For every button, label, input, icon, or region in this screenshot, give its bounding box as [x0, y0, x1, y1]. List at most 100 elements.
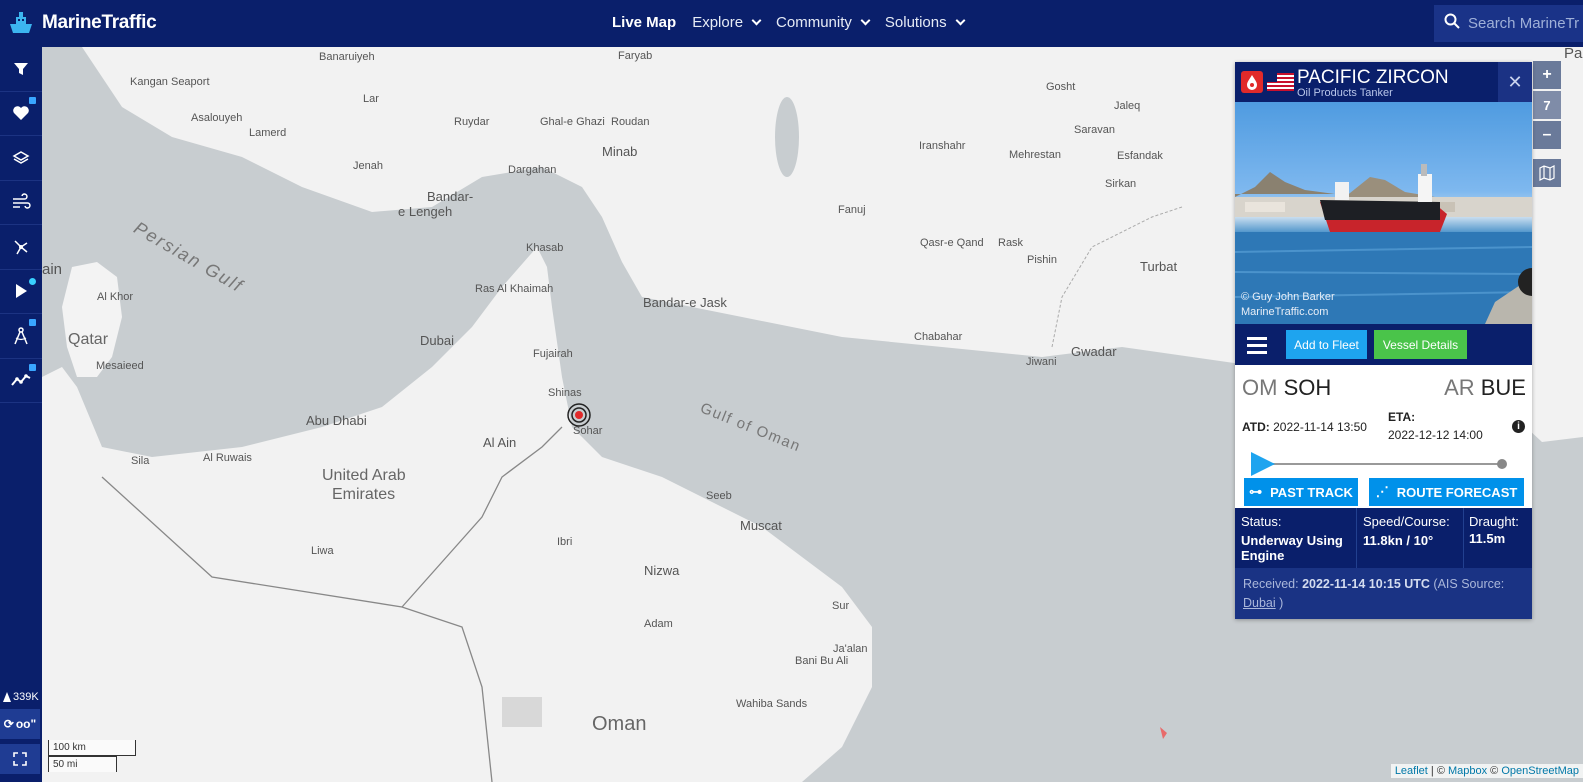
- place-label: Iranshahr: [919, 140, 966, 152]
- vessel-count: 339K: [3, 691, 39, 703]
- destination-country-code: AR: [1444, 375, 1475, 400]
- place-label: Lar: [363, 93, 379, 105]
- place-label: Liwa: [311, 545, 334, 557]
- fullscreen-icon: [13, 752, 27, 766]
- attribution-separator: | ©: [1427, 765, 1448, 777]
- place-label: Asalouyeh: [191, 112, 243, 124]
- photo-credit-site: MarineTraffic.com: [1241, 306, 1329, 318]
- analytics-button[interactable]: [0, 359, 42, 403]
- scale-mi: 50 mi: [48, 756, 117, 772]
- nav-community[interactable]: Community: [776, 14, 871, 31]
- destination-port[interactable]: AR BUE: [1444, 375, 1526, 401]
- selected-vessel-marker[interactable]: [566, 402, 592, 428]
- weather-button[interactable]: [0, 181, 42, 225]
- filter-icon: [14, 62, 28, 75]
- place-label: Al Ruwais: [203, 452, 252, 464]
- speed-course-label: Speed/Course:: [1363, 514, 1450, 529]
- status-value: Underway Using Engine: [1241, 533, 1343, 563]
- vessel-photo[interactable]: © Guy John Barker MarineTraffic.com: [1235, 102, 1532, 324]
- my-fleets-button[interactable]: [0, 92, 42, 136]
- atd-value: 2022-11-14 13:50: [1273, 420, 1367, 434]
- search-icon[interactable]: [1444, 13, 1460, 34]
- place-label: Banaruiyeh: [319, 51, 375, 63]
- place-label: Adam: [644, 618, 673, 630]
- voyage-progress: [1251, 452, 1507, 476]
- vessel-marker[interactable]: [1158, 726, 1168, 740]
- place-label: Nizwa: [644, 563, 680, 578]
- hamburger-menu-icon[interactable]: [1247, 337, 1267, 358]
- past-track-button[interactable]: ⊶ PAST TRACK: [1244, 478, 1358, 506]
- ship-logo-icon: [6, 8, 36, 38]
- ais-source-label: (AIS Source:: [1433, 577, 1505, 591]
- osm-link[interactable]: OpenStreetMap: [1501, 765, 1579, 777]
- place-label: Pak: [1564, 47, 1583, 62]
- place-label: Bani Bu Ali: [795, 655, 849, 667]
- received-label: Received:: [1243, 577, 1299, 591]
- top-navbar: MarineTraffic Live Map Explore Community…: [0, 0, 1583, 47]
- close-panel-button[interactable]: ✕: [1498, 62, 1532, 102]
- nav-explore[interactable]: Explore: [692, 14, 762, 31]
- layers-button[interactable]: [0, 136, 42, 181]
- fullscreen-button[interactable]: [0, 744, 40, 774]
- place-label: Esfandak: [1117, 150, 1163, 162]
- past-track-label: PAST TRACK: [1270, 484, 1353, 500]
- density-button[interactable]: [0, 225, 42, 270]
- place-label: Bandar-e Jask: [643, 295, 727, 310]
- place-label: Ghal-e Ghazi: [540, 116, 605, 128]
- place-label: Sur: [832, 600, 850, 612]
- vessel-type: Oil Products Tanker: [1297, 87, 1393, 99]
- speed-course-value: 11.8kn / 10°: [1363, 533, 1434, 548]
- place-label: Gwadar: [1071, 344, 1117, 359]
- destination-dot-icon: [1497, 459, 1507, 469]
- route-forecast-label: ROUTE FORECAST: [1396, 484, 1518, 500]
- liberia-flag-icon: [1267, 73, 1294, 91]
- nav-solutions[interactable]: Solutions: [885, 14, 966, 31]
- lock-icon: [29, 96, 36, 104]
- received-info: Received: 2022-11-14 10:15 UTC (AIS Sour…: [1235, 568, 1532, 619]
- map-attribution: Leaflet | © Mapbox © OpenStreetMap: [1390, 764, 1583, 778]
- density-icon: [14, 240, 28, 255]
- mapbox-link[interactable]: Mapbox: [1448, 765, 1487, 777]
- chevron-down-icon: [955, 15, 966, 26]
- search-input[interactable]: [1468, 15, 1583, 32]
- place-label: Lamerd: [249, 127, 287, 139]
- place-label: Chabahar: [914, 331, 963, 343]
- place-label: Pishin: [1027, 254, 1057, 266]
- place-label: Gosht: [1046, 81, 1076, 93]
- brand-name: MarineTraffic: [42, 12, 157, 33]
- measure-button[interactable]: [0, 314, 42, 359]
- playback-button[interactable]: [0, 270, 42, 314]
- ais-source-link[interactable]: Dubai: [1243, 596, 1276, 610]
- filter-button[interactable]: [0, 47, 42, 92]
- place-label: Al Ain: [483, 435, 517, 450]
- vessel-info-panel: PACIFIC ZIRCON Oil Products Tanker ✕ © G…: [1235, 62, 1532, 619]
- departure-port[interactable]: OM SOH: [1242, 375, 1331, 401]
- map-type-button[interactable]: [1533, 159, 1561, 187]
- place-label: Shinas: [548, 387, 582, 399]
- layers-icon: [12, 150, 30, 164]
- info-icon[interactable]: i: [1512, 420, 1525, 433]
- place-label: Sirkan: [1105, 178, 1137, 190]
- vessel-details-button[interactable]: Vessel Details: [1374, 330, 1467, 359]
- draught: Draught: 11.5m: [1469, 514, 1519, 546]
- plus-icon: +: [1542, 66, 1552, 83]
- route-forecast-button[interactable]: ⋰ ROUTE FORECAST: [1369, 478, 1524, 506]
- nav-live-map[interactable]: Live Map: [612, 14, 676, 31]
- place-label: Jaleq: [1114, 100, 1141, 112]
- add-to-fleet-button[interactable]: Add to Fleet: [1286, 330, 1367, 359]
- vessel-header: PACIFIC ZIRCON Oil Products Tanker ✕: [1235, 62, 1532, 102]
- logo[interactable]: MarineTraffic: [6, 8, 157, 38]
- place-label: Muscat: [740, 518, 782, 533]
- leaflet-link[interactable]: Leaflet: [1395, 765, 1428, 777]
- place-label: Kangan Seaport: [130, 76, 210, 88]
- status: Status: Underway Using Engine: [1241, 514, 1351, 563]
- place-label: Dubai: [420, 333, 454, 348]
- place-label: Saravan: [1074, 124, 1115, 136]
- route-pin-icon: ⋰: [1375, 484, 1389, 499]
- place-label: Wahiba Sands: [736, 698, 808, 710]
- place-label: Mesaieed: [96, 360, 144, 372]
- ais-refresh-button[interactable]: ⟳ oo": [0, 709, 40, 739]
- zoom-out-button[interactable]: –: [1533, 121, 1561, 149]
- analytics-icon: [11, 374, 31, 386]
- zoom-in-button[interactable]: +: [1533, 61, 1561, 89]
